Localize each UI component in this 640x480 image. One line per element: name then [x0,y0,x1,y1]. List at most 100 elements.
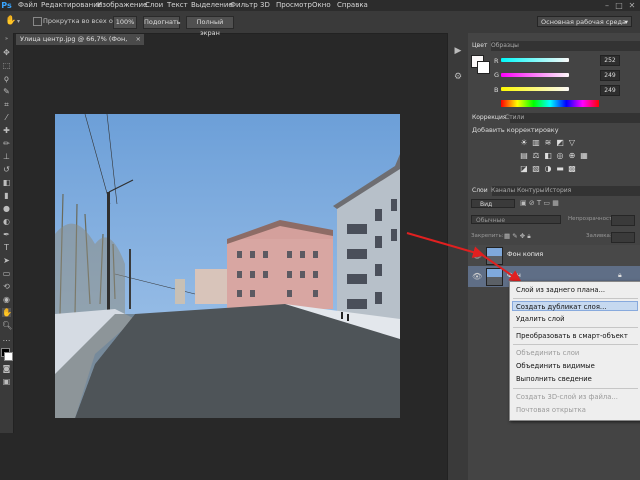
color-panel-tabs: Цвет Образцы [468,41,640,51]
hue-saturation-icon[interactable]: ▤ [519,151,529,160]
opacity-field[interactable] [611,215,635,226]
shape-tool-icon[interactable]: ▭ [2,269,11,278]
menu-item-postcard: Почтовая открытка [516,406,586,414]
layer-lock-icon: 🔒︎ [618,271,622,279]
menu-item-flatten-image[interactable]: Выполнить сведение [516,374,639,384]
red-value-field[interactable]: 252 [600,55,620,66]
menu-help[interactable]: Справка [337,0,368,11]
stamp-tool-icon[interactable]: ⊥ [2,152,11,161]
tool-preset-arrow-icon[interactable]: ▾ [17,18,20,25]
blue-value-field[interactable]: 249 [600,85,620,96]
pen-tool-icon[interactable]: ✒ [2,230,11,239]
menu-edit[interactable]: Редактирование [41,0,102,11]
menu-view[interactable]: Просмотр [276,0,312,11]
minimize-button[interactable]: – [602,1,612,10]
layers-panel-tabs: Слои Каналы Контуры История [468,186,640,196]
menu-item-merge-visible[interactable]: Объединить видимые [516,361,639,371]
blend-mode-select[interactable]: Обычные [471,215,561,224]
invert-icon[interactable]: ◪ [519,164,529,173]
menu-filter[interactable]: Фильтр [230,0,258,11]
menu-type[interactable]: Текст [167,0,188,11]
color-spectrum-ramp[interactable] [501,100,599,107]
tab-swatches[interactable]: Образцы [487,41,523,51]
quick-select-tool-icon[interactable]: ✎ [2,87,11,96]
curves-icon[interactable]: ≋ [543,138,553,147]
brightness-icon[interactable]: ☀ [519,138,529,147]
menu-window[interactable]: Окно [312,0,331,11]
lasso-tool-icon[interactable]: ϙ [2,74,11,83]
green-value-field[interactable]: 249 [600,70,620,81]
channel-mixer-icon[interactable]: ⊕ [567,151,577,160]
play-action-icon[interactable]: ▶ [452,45,464,57]
full-screen-button[interactable]: Полный экран [186,16,234,37]
visibility-eye-icon[interactable]: 👁︎ [472,272,482,281]
selective-color-icon[interactable]: ▩ [567,164,577,173]
green-slider[interactable] [501,73,569,77]
color-lookup-icon[interactable]: ▦ [579,151,589,160]
layer-name: Фон копия [507,250,544,258]
workspace-select[interactable]: Основная рабочая среда ▾ [537,16,632,27]
fill-field[interactable] [611,232,635,243]
tab-styles[interactable]: Стили [501,113,528,123]
healing-brush-tool-icon[interactable]: ✚ [2,126,11,135]
blur-tool-icon[interactable]: ● [2,204,11,213]
type-tool-icon[interactable]: T [2,243,11,252]
threshold-icon[interactable]: ◑ [543,164,553,173]
color-balance-icon[interactable]: ⚖ [531,151,541,160]
menu-item-convert-smart-object[interactable]: Преобразовать в смарт-объект [516,331,639,341]
background-color-swatch[interactable] [4,352,13,361]
menu-file[interactable]: Файл [18,0,37,11]
layer-row[interactable]: 👁︎ Фон копия [468,245,640,266]
zoom-tool-icon[interactable]: 🔍︎ [2,321,12,330]
properties-icon[interactable]: ⚙ [452,71,464,83]
visibility-eye-icon[interactable]: 👁︎ [472,251,482,260]
scroll-all-windows-checkbox[interactable] [33,17,42,26]
path-select-tool-icon[interactable]: ➤ [2,256,11,265]
close-document-icon[interactable]: × [136,34,141,45]
layer-filter-select[interactable]: Вид [471,199,515,208]
background-color-box[interactable] [477,61,490,74]
zoom-100-button[interactable]: 100% [113,16,137,29]
exposure-icon[interactable]: ◩ [555,138,565,147]
menu-3d[interactable]: 3D [260,0,270,11]
gradient-map-icon[interactable]: ▬ [555,164,565,173]
crop-tool-icon[interactable]: ⌗ [2,100,11,109]
3d-tool-icon[interactable]: ⟲ [2,282,11,291]
menu-layers[interactable]: Слои [145,0,163,11]
blue-slider[interactable] [501,87,569,91]
menu-item-delete-layer[interactable]: Удалить слой [516,314,639,324]
lock-label: Закрепить: [471,233,504,239]
brush-tool-icon[interactable]: ✏ [2,139,11,148]
levels-icon[interactable]: ▥ [531,138,541,147]
panel-collapse-icon[interactable]: » [2,35,11,44]
marquee-tool-icon[interactable]: ⬚ [2,61,11,70]
fit-screen-button[interactable]: Подогнать [143,16,181,29]
tab-history[interactable]: История [541,186,575,196]
close-window-button[interactable]: ✕ [627,1,637,10]
menu-select[interactable]: Выделение [191,0,233,11]
posterize-icon[interactable]: ▧ [531,164,541,173]
menu-item-duplicate-layer[interactable]: Создать дубликат слоя... [512,301,638,311]
menu-item-layer-from-background[interactable]: Слой из заднего плана... [516,285,639,295]
maximize-button[interactable]: □ [614,1,624,10]
move-tool-icon[interactable]: ✥ [2,48,11,57]
vibrance-icon[interactable]: ▽ [567,138,577,147]
document-tab[interactable]: Улица центр.jpg @ 66,7% (Фон, RGB/8*) * … [16,34,144,54]
document-image[interactable] [55,114,400,418]
layer-filter-icons[interactable]: ▣ ⊘ T ▭ ▦ [520,199,590,208]
dodge-tool-icon[interactable]: ◐ [2,217,11,226]
lock-icons[interactable]: ▦ ✎ ✥ 🔒︎ [504,232,531,241]
quick-mask-icon[interactable]: ◙ [2,364,11,373]
eraser-tool-icon[interactable]: ◧ [2,178,11,187]
eyedropper-tool-icon[interactable]: ⁄ [2,113,11,122]
menu-image[interactable]: Изображение [97,0,147,11]
screen-mode-icon[interactable]: ▣ [2,377,11,386]
photo-filter-icon[interactable]: ◎ [555,151,565,160]
hand-tool-selected-icon[interactable]: ✋ [2,308,12,317]
red-slider[interactable] [501,58,569,62]
gradient-tool-icon[interactable]: ▮ [2,191,11,200]
more-tools-icon[interactable]: … [2,334,11,343]
black-white-icon[interactable]: ◧ [543,151,553,160]
history-brush-tool-icon[interactable]: ↺ [2,165,11,174]
3d-camera-tool-icon[interactable]: ◉ [2,295,11,304]
